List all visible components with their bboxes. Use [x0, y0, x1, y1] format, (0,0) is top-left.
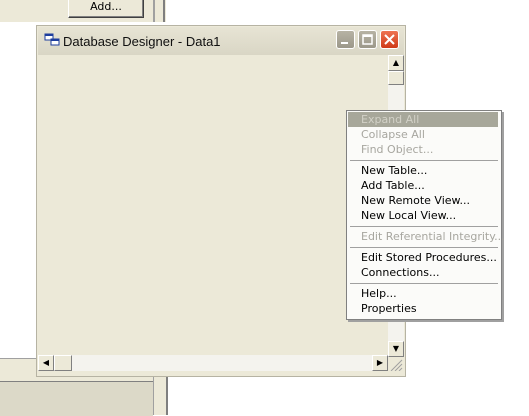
scroll-up-button[interactable]: ▲: [388, 55, 404, 71]
background-divider: [153, 0, 155, 22]
arrow-right-icon: ▶: [376, 358, 384, 367]
menu-item-new-remote-view[interactable]: New Remote View...: [348, 193, 498, 208]
resize-grip-icon[interactable]: [388, 357, 404, 371]
arrow-up-icon: ▲: [392, 58, 400, 67]
menu-item-connections[interactable]: Connections...: [348, 265, 498, 280]
menu-separator: [350, 160, 498, 161]
menu-item-properties[interactable]: Properties: [348, 301, 498, 316]
menu-item-new-local-view[interactable]: New Local View...: [348, 208, 498, 223]
menu-item-collapse-all: Collapse All: [361, 128, 425, 141]
close-icon: [384, 34, 395, 45]
menu-item-find-object: Find Object...: [361, 143, 434, 156]
database-designer-icon: [44, 33, 60, 46]
menu-item-edit-stored-procedures[interactable]: Edit Stored Procedures...: [348, 250, 498, 265]
menu-item-expand-all: Expand All: [348, 112, 498, 127]
scroll-down-button[interactable]: ▼: [388, 341, 404, 357]
horizontal-scroll-thumb[interactable]: [54, 355, 72, 371]
horizontal-scrollbar[interactable]: [38, 355, 388, 371]
arrow-left-icon: ◀: [42, 358, 50, 367]
vertical-scroll-thumb[interactable]: [388, 71, 404, 85]
scroll-left-button[interactable]: ◀: [38, 355, 54, 371]
maximize-icon: [362, 34, 373, 45]
minimize-icon: [341, 42, 348, 44]
scroll-right-button[interactable]: ▶: [372, 355, 388, 371]
background-panel-sub: [0, 381, 153, 416]
arrow-down-icon: ▼: [392, 344, 400, 353]
menu-item-edit-referential-integrity: Edit Referential Integrity...: [361, 230, 505, 243]
menu-separator: [350, 226, 498, 227]
menu-item-add-table[interactable]: Add Table...: [348, 178, 498, 193]
background-divider-2: [163, 0, 165, 22]
close-button[interactable]: [380, 30, 399, 49]
minimize-button[interactable]: [336, 30, 355, 49]
menu-separator: [350, 247, 498, 248]
menu-separator: [350, 283, 498, 284]
window-title: Database Designer - Data1: [63, 34, 221, 49]
menu-item-new-table[interactable]: New Table...: [348, 163, 498, 178]
add-button[interactable]: Add...: [68, 0, 144, 18]
menu-item-help[interactable]: Help...: [348, 286, 498, 301]
maximize-button[interactable]: [358, 30, 377, 49]
designer-canvas[interactable]: [38, 55, 388, 355]
